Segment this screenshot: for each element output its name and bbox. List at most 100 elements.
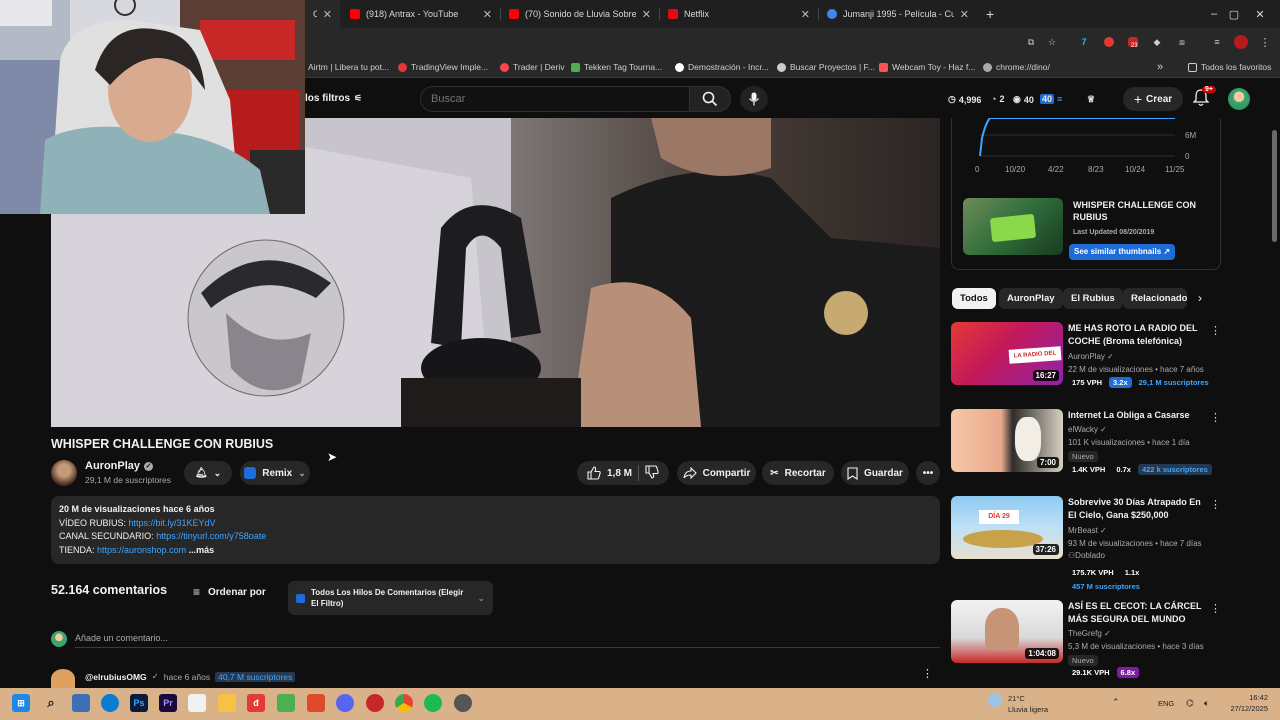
recommendation-item[interactable]: 7:00 Internet La Obliga a Casarse elWack… bbox=[951, 409, 1221, 485]
channel-name[interactable]: AuronPlay ✓ bbox=[85, 460, 154, 472]
search-input[interactable] bbox=[421, 87, 690, 111]
tab-antrax[interactable]: (918) Antrax - YouTube ✕ bbox=[342, 0, 500, 28]
minecraft-icon[interactable] bbox=[277, 694, 295, 712]
description-box[interactable]: 20 M de visualizaciones hace 6 años VÍDE… bbox=[51, 496, 940, 564]
video-menu-icon[interactable]: ⋮ bbox=[1210, 411, 1221, 424]
app-icon[interactable] bbox=[188, 694, 206, 712]
similar-thumbnails-button[interactable]: See similar thumbnails ↗ bbox=[1069, 244, 1176, 260]
similar-thumbnail[interactable] bbox=[963, 198, 1063, 255]
edge-icon[interactable] bbox=[101, 694, 119, 712]
discord-icon[interactable] bbox=[336, 694, 354, 712]
description-link[interactable]: https://tinyurl.com/y758oate bbox=[156, 531, 266, 541]
video-menu-icon[interactable]: ⋮ bbox=[1210, 324, 1221, 337]
description-link[interactable]: https://bit.ly/31KEYdV bbox=[129, 518, 216, 528]
clock-time[interactable]: 16:42 bbox=[1228, 693, 1268, 702]
extension-icon[interactable]: 7 bbox=[1077, 35, 1091, 49]
more-actions-button[interactable]: ••• bbox=[916, 461, 940, 485]
dislike-button[interactable] bbox=[645, 464, 659, 482]
app-icon[interactable]: đ bbox=[247, 694, 265, 712]
extension-icon[interactable]: ◆ bbox=[1150, 35, 1164, 49]
recommendation-item[interactable]: 1:04:08 ASÍ ES EL CECOT: LA CÁRCEL MÁS S… bbox=[951, 600, 1221, 686]
video-thumbnail[interactable]: 7:00 bbox=[951, 409, 1063, 472]
weather-temp[interactable]: 21°C bbox=[1008, 694, 1025, 703]
app-icon[interactable] bbox=[454, 694, 472, 712]
create-button[interactable]: + Crear bbox=[1123, 87, 1183, 111]
search-button[interactable] bbox=[689, 86, 731, 112]
page-scrollbar-thumb[interactable] bbox=[1272, 130, 1277, 242]
file-explorer-icon[interactable] bbox=[218, 694, 236, 712]
close-icon[interactable]: ✕ bbox=[960, 8, 969, 21]
commenter-avatar[interactable] bbox=[51, 669, 75, 689]
extension-icon[interactable] bbox=[1102, 35, 1116, 49]
extensions-puzzle-icon[interactable]: ⧈ bbox=[1175, 35, 1189, 49]
close-icon[interactable]: ✕ bbox=[801, 8, 810, 21]
profile-avatar[interactable] bbox=[1234, 35, 1248, 49]
new-tab-button[interactable]: + bbox=[978, 0, 1000, 28]
menu-dots-icon[interactable]: ⋮ bbox=[1258, 35, 1272, 49]
close-icon[interactable]: ✕ bbox=[642, 8, 651, 21]
sort-comments-button[interactable]: ≡ Ordenar por bbox=[193, 585, 266, 599]
bookmark-item[interactable]: Webcam Toy - Haz f... bbox=[879, 61, 975, 73]
premiere-icon[interactable]: Pr bbox=[159, 694, 177, 712]
chrome-icon[interactable] bbox=[395, 694, 413, 712]
save-button[interactable]: Guardar bbox=[841, 461, 909, 485]
trophy-icon[interactable]: ♕ bbox=[1087, 94, 1095, 105]
spotify-icon[interactable] bbox=[424, 694, 442, 712]
comment-author[interactable]: @elrubiusOMG bbox=[85, 672, 147, 682]
bookmark-item[interactable]: Tekken Tag Tourna... bbox=[571, 61, 662, 73]
clip-button[interactable]: ✂ Recortar bbox=[762, 461, 834, 485]
bookmark-item[interactable]: chrome://dino/ bbox=[983, 61, 1050, 73]
weather-desc[interactable]: Lluvia ligera bbox=[1008, 705, 1048, 714]
video-menu-icon[interactable]: ⋮ bbox=[1210, 602, 1221, 615]
chip-relacionado[interactable]: Relacionado bbox=[1123, 288, 1187, 309]
bookmark-item[interactable]: Demostración - Incr... bbox=[675, 61, 769, 73]
voice-search-button[interactable] bbox=[740, 86, 768, 112]
remix-button[interactable]: Remix ⌄ bbox=[240, 461, 310, 485]
tab-netflix[interactable]: Netflix ✕ bbox=[660, 0, 818, 28]
show-more-link[interactable]: ...más bbox=[189, 545, 215, 555]
search-icon[interactable]: ⌕ bbox=[42, 694, 60, 712]
bookmark-item[interactable]: Trader | Deriv bbox=[500, 61, 565, 73]
chip-el-rubius[interactable]: El Rubius bbox=[1063, 288, 1123, 309]
clock-date[interactable]: 27/12/2025 bbox=[1222, 704, 1268, 713]
stat-vidiq[interactable]: 40 ≡ bbox=[1040, 94, 1062, 104]
install-app-icon[interactable]: ⧉ bbox=[1024, 35, 1038, 49]
tab-jumanji[interactable]: Jumanji 1995 - Película - Cueva ✕ bbox=[819, 0, 977, 28]
app-icon[interactable] bbox=[72, 694, 90, 712]
channel-avatar[interactable] bbox=[51, 460, 77, 486]
tab-active[interactable]: CO ✕ bbox=[305, 0, 340, 28]
all-favorites-folder[interactable]: Todos los favoritos bbox=[1188, 61, 1271, 73]
like-button[interactable]: 1,8 M bbox=[587, 466, 632, 480]
search-box[interactable] bbox=[420, 86, 690, 112]
video-thumbnail[interactable]: LA RADIO DEL 16:27 bbox=[951, 322, 1063, 385]
comment-filter-dropdown[interactable]: Todos Los Hilos De Comentarios (Elegir E… bbox=[288, 581, 493, 615]
recommendation-item[interactable]: DÍA 29 37:26 Sobrevive 30 Días Atrapado … bbox=[951, 496, 1221, 592]
language-indicator[interactable]: ENG bbox=[1158, 699, 1174, 708]
tab-lluvia[interactable]: (70) Sonido de Lluvia Sobre el T ✕ bbox=[501, 0, 659, 28]
network-icon[interactable]: ⌬ bbox=[1186, 698, 1194, 709]
close-window-button[interactable]: ✕ bbox=[1240, 0, 1280, 28]
tray-overflow-icon[interactable]: ⌃ bbox=[1112, 697, 1120, 708]
chip-todos[interactable]: Todos bbox=[952, 288, 996, 309]
bookmark-item[interactable]: TradingView Imple... bbox=[398, 61, 488, 73]
media-icon[interactable]: ≡ bbox=[1210, 35, 1224, 49]
description-link[interactable]: https://auronshop.com bbox=[97, 545, 186, 555]
app-icon[interactable] bbox=[366, 694, 384, 712]
chip-auronplay[interactable]: AuronPlay bbox=[999, 288, 1063, 309]
share-button[interactable]: Compartir bbox=[677, 461, 756, 485]
chevron-right-icon[interactable]: › bbox=[1198, 291, 1202, 305]
recommendation-item[interactable]: LA RADIO DEL 16:27 ME HAS ROTO LA RADIO … bbox=[951, 322, 1221, 398]
weather-icon[interactable] bbox=[988, 693, 1002, 707]
photoshop-icon[interactable]: Ps bbox=[130, 694, 148, 712]
windows-start-icon[interactable]: ⊞ bbox=[12, 694, 30, 712]
bookmark-star-icon[interactable]: ☆ bbox=[1045, 35, 1059, 49]
bookmark-item[interactable]: Buscar Proyectos | F... bbox=[777, 61, 875, 73]
add-comment-input[interactable]: Añade un comentario... bbox=[75, 633, 940, 648]
close-icon[interactable]: ✕ bbox=[323, 8, 332, 21]
brave-icon[interactable] bbox=[307, 694, 325, 712]
bookmarks-overflow-icon[interactable]: » bbox=[1157, 61, 1163, 73]
bookmark-item[interactable]: Airtm | Libera tu pot... bbox=[308, 61, 389, 73]
close-icon[interactable]: ✕ bbox=[483, 8, 492, 21]
notifications-button[interactable]: 9+ bbox=[1192, 86, 1216, 112]
filters-button[interactable]: los filtros ⚟ bbox=[305, 93, 362, 104]
